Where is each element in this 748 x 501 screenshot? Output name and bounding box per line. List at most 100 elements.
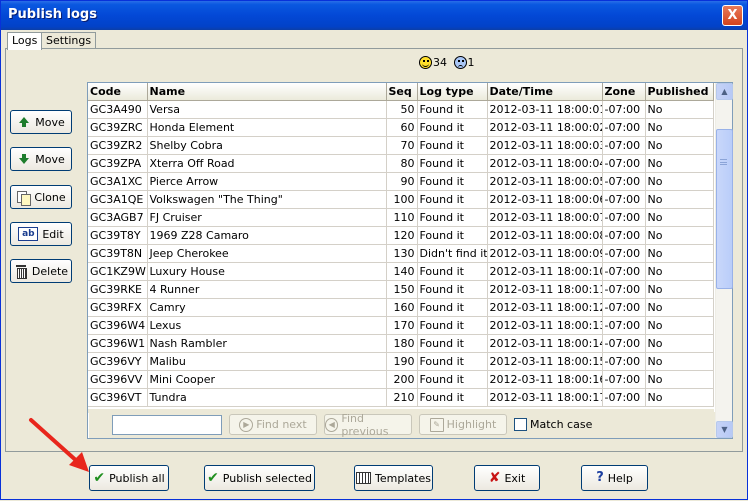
tab-settings[interactable]: Settings xyxy=(41,32,97,49)
cell-published: No xyxy=(645,100,714,119)
cell-published: No xyxy=(645,280,714,299)
vertical-scrollbar[interactable]: ▲ ▼ xyxy=(715,83,733,438)
move-up-label: Move xyxy=(35,115,65,129)
match-case-option[interactable]: Match case xyxy=(514,418,592,431)
find-previous-button[interactable]: ◀ Find previous xyxy=(324,412,412,438)
table-row[interactable]: GC39RKE 4 Runner 150 Found it 2012-03-11 18:… xyxy=(88,280,714,299)
table-row[interactable]: GC39RFX Camry 160 Found it 2012-03-11 18:00:… xyxy=(88,298,714,317)
cell-log-type: Found it xyxy=(417,154,488,173)
cell-date-time: 2012-03-11 18:00:06 xyxy=(487,190,603,209)
column-header-code[interactable]: Code xyxy=(88,83,148,101)
column-header-date-time[interactable]: Date/Time xyxy=(487,83,603,101)
cell-published: No xyxy=(645,334,714,353)
cell-date-time: 2012-03-11 18:00:11 xyxy=(487,280,603,299)
cell-name: Volkswagen "The Thing" xyxy=(147,190,387,209)
cell-name: Mini Cooper xyxy=(147,370,387,389)
find-next-label: Find next xyxy=(256,418,307,431)
cell-name: Nash Rambler xyxy=(147,334,387,353)
cell-date-time: 2012-03-11 18:00:14 xyxy=(487,334,603,353)
table-row[interactable]: GC39ZR2 Shelby Cobra 70 Found it 2012-03-11 … xyxy=(88,136,714,155)
cell-code: GC396W4 xyxy=(88,316,148,335)
cell-published: No xyxy=(645,118,714,137)
not-found-count: 1 xyxy=(467,56,475,69)
help-question-icon: ? xyxy=(596,470,604,485)
table-row[interactable]: GC3AGB7 FJ Cruiser 110 Found it 2012-03-11 1… xyxy=(88,208,714,227)
table-row[interactable]: GC39ZRC Honda Element 60 Found it 2012-03-11… xyxy=(88,118,714,137)
cell-log-type: Found it xyxy=(417,100,488,119)
exit-button[interactable]: ✘ Exit xyxy=(474,465,540,491)
publish-logs-window: Publish logs X Logs Settings 34 1 Move M… xyxy=(0,0,748,500)
cell-zone: -07:00 xyxy=(602,316,646,335)
table-row[interactable]: GC396W1 Nash Rambler 180 Found it 2012-03-11… xyxy=(88,334,714,353)
move-up-button[interactable]: Move xyxy=(10,110,72,134)
edit-button[interactable]: ab Edit xyxy=(10,222,72,246)
column-header-seq[interactable]: Seq xyxy=(386,83,418,101)
arrow-down-icon xyxy=(17,152,31,166)
checkmark-icon: ✔ xyxy=(93,470,106,486)
templates-button[interactable]: Templates xyxy=(354,465,433,491)
close-button[interactable]: X xyxy=(722,5,743,26)
cell-zone: -07:00 xyxy=(602,244,646,263)
cell-date-time: 2012-03-11 18:00:13 xyxy=(487,316,603,335)
exit-x-icon: ✘ xyxy=(488,470,501,486)
tab-logs[interactable]: Logs xyxy=(7,32,43,50)
table-row[interactable]: GC396VY Malibu 190 Found it 2012-03-11 18:00… xyxy=(88,352,714,371)
table-row[interactable]: GC396VV Mini Cooper 200 Found it 2012-03-11 … xyxy=(88,370,714,389)
clone-label: Clone xyxy=(34,190,66,204)
column-header-name[interactable]: Name xyxy=(147,83,387,101)
column-header-zone[interactable]: Zone xyxy=(602,83,646,101)
publish-selected-button[interactable]: ✔ Publish selected xyxy=(204,465,315,491)
publish-all-button[interactable]: ✔ Publish all xyxy=(89,465,169,491)
cell-name: Malibu xyxy=(147,352,387,371)
cell-zone: -07:00 xyxy=(602,190,646,209)
table-row[interactable]: GC39ZPA Xterra Off Road 80 Found it 2012-03-… xyxy=(88,154,714,173)
find-next-button[interactable]: ▶ Find next xyxy=(229,414,317,435)
cell-published: No xyxy=(645,262,714,281)
cell-code: GC39T8N xyxy=(88,244,148,263)
column-header-published[interactable]: Published xyxy=(645,83,714,101)
cell-date-time: 2012-03-11 18:00:09 xyxy=(487,244,603,263)
cell-code: GC39ZRC xyxy=(88,118,148,137)
logs-grid-viewport: Code Name Seq Log type Date/Time Zone Pu… xyxy=(88,83,714,409)
move-down-button[interactable]: Move xyxy=(10,147,72,171)
table-row[interactable]: GC3A1XC Pierce Arrow 90 Found it 2012-03-11 … xyxy=(88,172,714,191)
table-row[interactable]: GC396VT Tundra 210 Found it 2012-03-11 18:00… xyxy=(88,388,714,407)
cell-date-time: 2012-03-11 18:00:12 xyxy=(487,298,603,317)
cell-code: GC39RKE xyxy=(88,280,148,299)
help-button[interactable]: ? Help xyxy=(581,465,648,491)
table-row[interactable]: GC39T8N Jeep Cherokee 130 Didn't find it 201… xyxy=(88,244,714,263)
cell-zone: -07:00 xyxy=(602,172,646,191)
table-row[interactable]: GC39T8Y 1969 Z28 Camaro 120 Found it 2012-03… xyxy=(88,226,714,245)
table-row[interactable]: GC3A1QE Volkswagen "The Thing" 100 Found it… xyxy=(88,190,714,209)
highlight-icon: ✎ xyxy=(429,417,444,432)
scroll-thumb[interactable] xyxy=(716,129,733,289)
scroll-down-button[interactable]: ▼ xyxy=(716,421,733,438)
highlight-button[interactable]: ✎ Highlight xyxy=(419,414,507,435)
match-case-checkbox[interactable] xyxy=(514,418,527,431)
cell-published: No xyxy=(645,352,714,371)
edit-label: Edit xyxy=(42,227,64,241)
cell-zone: -07:00 xyxy=(602,136,646,155)
edit-icon: ab xyxy=(18,227,39,241)
cell-name: Pierce Arrow xyxy=(147,172,387,191)
cell-name: Lexus xyxy=(147,316,387,335)
cell-zone: -07:00 xyxy=(602,118,646,137)
table-row[interactable]: GC396W4 Lexus 170 Found it 2012-03-11 18:00:… xyxy=(88,316,714,335)
cell-seq: 170 xyxy=(386,316,418,335)
cell-published: No xyxy=(645,136,714,155)
cell-date-time: 2012-03-11 18:00:16 xyxy=(487,370,603,389)
cell-zone: -07:00 xyxy=(602,298,646,317)
find-input[interactable] xyxy=(112,415,222,435)
scroll-up-button[interactable]: ▲ xyxy=(716,83,733,100)
delete-button[interactable]: Delete xyxy=(10,259,72,283)
cell-seq: 50 xyxy=(386,100,418,119)
clone-button[interactable]: Clone xyxy=(10,185,72,209)
table-row[interactable]: GC1KZ9W Luxury House 140 Found it 2012-03-11… xyxy=(88,262,714,281)
exit-label: Exit xyxy=(504,471,526,485)
find-previous-icon: ◀ xyxy=(325,417,339,432)
column-header-log-type[interactable]: Log type xyxy=(417,83,488,101)
cell-log-type: Found it xyxy=(417,370,488,389)
table-header-row: Code Name Seq Log type Date/Time Zone Pu… xyxy=(88,83,714,101)
table-row[interactable]: GC3A490 Versa 50 Found it 2012-03-11 18:00:0… xyxy=(88,100,714,119)
cell-seq: 210 xyxy=(386,388,418,407)
